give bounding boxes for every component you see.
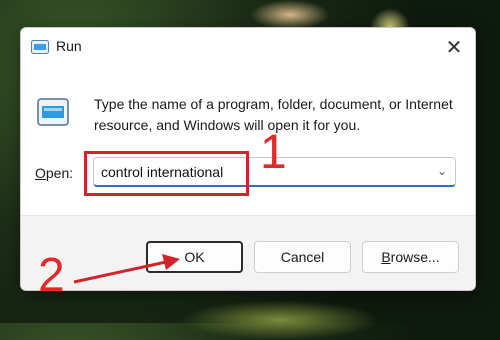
step-1-label: 1 xyxy=(260,126,287,179)
ok-button[interactable]: OK xyxy=(146,241,243,273)
open-label-text: pen: xyxy=(45,165,74,181)
background-light xyxy=(180,300,380,340)
chevron-down-icon[interactable]: ⌄ xyxy=(437,164,447,178)
close-button[interactable]: ✕ xyxy=(437,32,471,62)
background-light xyxy=(250,0,330,30)
ok-button-label: OK xyxy=(184,249,205,265)
step-2-label: 2 xyxy=(38,249,65,302)
run-dialog: Run ✕ Type the name of a program, folder… xyxy=(20,27,476,291)
cancel-button[interactable]: Cancel xyxy=(254,241,351,273)
open-label: Open: xyxy=(35,165,73,181)
title-bar: Run ✕ xyxy=(21,28,475,66)
close-icon: ✕ xyxy=(445,36,463,59)
browse-button-label: rowse... xyxy=(390,249,440,265)
browse-button[interactable]: Browse... xyxy=(362,241,459,273)
run-app-icon xyxy=(37,98,69,126)
dialog-title: Run xyxy=(56,38,82,54)
open-input[interactable]: control international xyxy=(101,164,223,180)
cancel-button-label: Cancel xyxy=(280,249,325,265)
open-label-accelerator: O xyxy=(35,165,46,181)
browse-button-accelerator: B xyxy=(381,249,391,265)
run-icon xyxy=(31,40,49,54)
button-bar: OK Cancel Browse... xyxy=(21,215,475,290)
